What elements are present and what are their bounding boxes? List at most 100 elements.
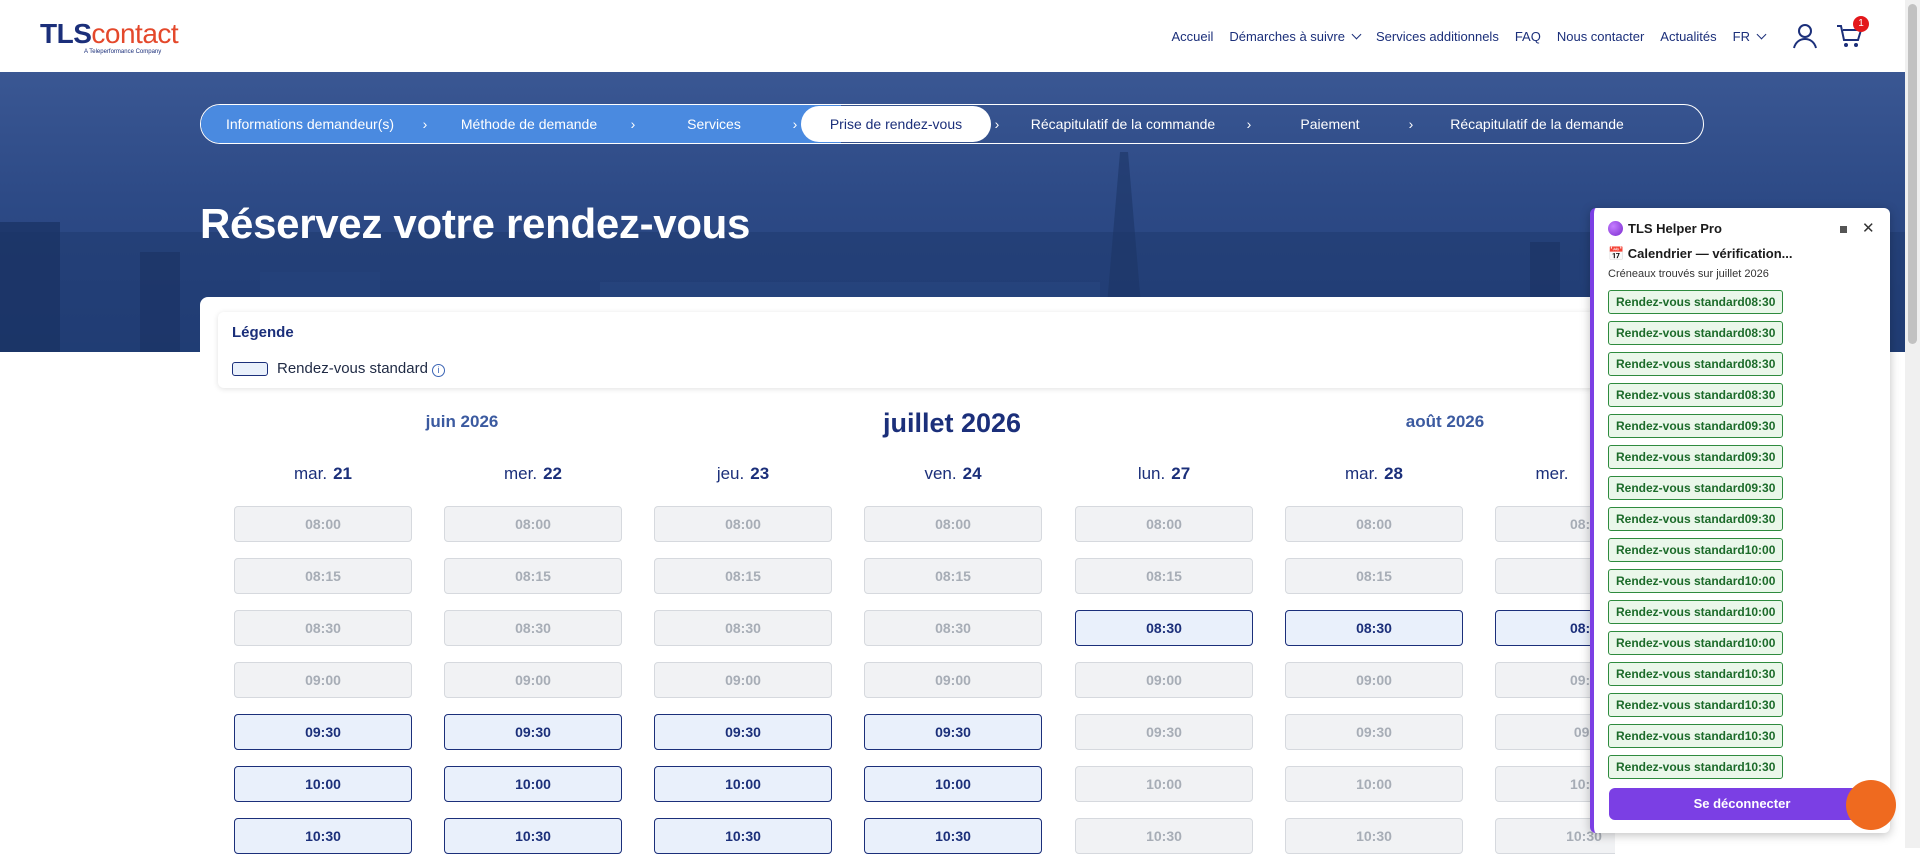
- found-slot-chip[interactable]: Rendez-vous standard08:30: [1608, 352, 1784, 376]
- standard-appointment-swatch: [232, 362, 268, 376]
- found-slot-chip[interactable]: Rendez-vous standard08:30: [1608, 321, 1784, 345]
- main-nav: Accueil Démarches à suivre Services addi…: [1171, 0, 1869, 72]
- tls-helper-panel: TLS Helper Pro ✕ 📅 Calendrier — vérifica…: [1590, 208, 1890, 833]
- found-slot-chip[interactable]: Rendez-vous standard09:30: [1608, 507, 1784, 531]
- time-slot-available[interactable]: 09:30: [444, 714, 622, 750]
- day-header: ven. 24: [864, 464, 1042, 490]
- time-slot-unavailable: 08:15: [654, 558, 832, 594]
- time-slot-unavailable: 09:00: [1285, 662, 1463, 698]
- nav-faq[interactable]: FAQ: [1515, 29, 1541, 44]
- scrollbar-thumb[interactable]: [1908, 4, 1917, 344]
- helper-title: TLS Helper Pro: [1628, 221, 1722, 236]
- logout-button[interactable]: Se déconnecter: [1609, 788, 1875, 820]
- minimize-icon[interactable]: [1840, 226, 1847, 233]
- day-column: mer. 22 08:00 08:15 08:30 09:00 09:30 10:00 10:3…: [444, 464, 622, 854]
- step-methode-de-demande[interactable]: Méthode de demande: [431, 105, 627, 143]
- time-slot-available[interactable]: 09:30: [864, 714, 1042, 750]
- time-slot-available[interactable]: 09:30: [654, 714, 832, 750]
- nav-demarches-label: Démarches à suivre: [1229, 28, 1345, 44]
- time-slot-unavailable: 08:00: [234, 506, 412, 542]
- user-account-icon[interactable]: [1791, 22, 1819, 50]
- language-label: FR: [1732, 28, 1750, 44]
- time-slot-unavailable: 08:30: [444, 610, 622, 646]
- found-slot-chip[interactable]: Rendez-vous standard08:30: [1608, 383, 1784, 407]
- found-slot-chip[interactable]: Rendez-vous standard08:30: [1608, 290, 1784, 314]
- time-slot-available[interactable]: 10:00: [654, 766, 832, 802]
- month-prev[interactable]: juin 2026: [362, 412, 562, 432]
- time-slot-unavailable: 09:00: [1075, 662, 1253, 698]
- step-recapitulatif-demande[interactable]: Récapitulatif de la demande: [1417, 105, 1657, 143]
- nav-demarches[interactable]: Démarches à suivre: [1229, 28, 1362, 44]
- nav-accueil[interactable]: Accueil: [1171, 29, 1213, 44]
- day-header: jeu. 23: [654, 464, 832, 490]
- time-slot-available[interactable]: 10:00: [234, 766, 412, 802]
- time-slot-unavailable: 08:15: [444, 558, 622, 594]
- found-slot-chip[interactable]: Rendez-vous standard10:00: [1608, 538, 1784, 562]
- tlscontact-logo[interactable]: TLScontact A Teleperformance Company: [40, 18, 179, 56]
- page-scrollbar[interactable]: [1905, 0, 1920, 848]
- day-name: mar.: [294, 464, 328, 483]
- time-slot-unavailable: 08:30: [234, 610, 412, 646]
- found-slot-chip[interactable]: Rendez-vous standard10:30: [1608, 724, 1784, 748]
- day-header: lun. 27: [1075, 464, 1253, 490]
- language-selector[interactable]: FR: [1732, 28, 1767, 44]
- time-slot-unavailable: 09:30: [1075, 714, 1253, 750]
- step-separator: ›: [1408, 116, 1414, 132]
- step-services[interactable]: Services: [639, 105, 789, 143]
- time-slot-unavailable: 10:30: [1285, 818, 1463, 854]
- day-name: mer.: [1535, 464, 1569, 483]
- time-slot-available[interactable]: 09:30: [234, 714, 412, 750]
- time-slot-unavailable: 08:30: [654, 610, 832, 646]
- found-slot-chip[interactable]: Rendez-vous standard09:30: [1608, 476, 1784, 500]
- time-slot-available[interactable]: 10:00: [444, 766, 622, 802]
- time-slot-unavailable: 08:00: [1285, 506, 1463, 542]
- found-slot-chip[interactable]: Rendez-vous standard10:00: [1608, 631, 1784, 655]
- day-header: mar. 21: [234, 464, 412, 490]
- day-name: mer.: [504, 464, 538, 483]
- time-slot-unavailable: 08:00: [1075, 506, 1253, 542]
- day-column: mar. 21 08:00 08:15 08:30 09:00 09:30 10:00 10:3…: [234, 464, 412, 854]
- found-slot-chip[interactable]: Rendez-vous standard10:30: [1608, 662, 1784, 686]
- time-slot-unavailable: 09:00: [654, 662, 832, 698]
- helper-header: TLS Helper Pro: [1608, 221, 1722, 236]
- time-slot-unavailable: 08:00: [654, 506, 832, 542]
- time-slot-available[interactable]: 10:30: [864, 818, 1042, 854]
- time-slot-unavailable: 08:15: [864, 558, 1042, 594]
- found-slot-chip[interactable]: Rendez-vous standard09:30: [1608, 414, 1784, 438]
- step-separator: ›: [630, 116, 636, 132]
- found-slot-chip[interactable]: Rendez-vous standard09:30: [1608, 445, 1784, 469]
- day-column: mar. 28 08:00 08:15 08:30 09:00 09:30 10:00 10:3…: [1285, 464, 1463, 854]
- day-name: lun.: [1137, 464, 1166, 483]
- time-slot-available[interactable]: 10:30: [234, 818, 412, 854]
- found-slot-chip[interactable]: Rendez-vous standard10:30: [1608, 693, 1784, 717]
- time-slot-unavailable: 10:00: [1075, 766, 1253, 802]
- cart-icon[interactable]: 1: [1835, 16, 1869, 50]
- step-paiement[interactable]: Paiement: [1255, 105, 1405, 143]
- day-column: ven. 24 08:00 08:15 08:30 09:00 09:30 10:00 10:3…: [864, 464, 1042, 854]
- step-informations-demandeurs[interactable]: Informations demandeur(s): [201, 105, 419, 143]
- day-name: mar.: [1345, 464, 1379, 483]
- time-slot-available[interactable]: 10:00: [864, 766, 1042, 802]
- chat-bubble-button[interactable]: [1846, 780, 1896, 830]
- found-slot-chip[interactable]: Rendez-vous standard10:30: [1608, 755, 1784, 779]
- time-slot-available[interactable]: 08:30: [1285, 610, 1463, 646]
- info-icon[interactable]: i: [432, 364, 445, 377]
- time-slot-available[interactable]: 10:30: [654, 818, 832, 854]
- legend-title: Légende: [232, 324, 294, 341]
- nav-nous-contacter[interactable]: Nous contacter: [1557, 29, 1644, 44]
- helper-found-text: Créneaux trouvés sur juillet 2026: [1608, 268, 1769, 280]
- time-slot-available[interactable]: 10:30: [444, 818, 622, 854]
- step-recapitulatif-commande[interactable]: Récapitulatif de la commande: [1003, 105, 1243, 143]
- found-slot-chip[interactable]: Rendez-vous standard10:00: [1608, 569, 1784, 593]
- month-next[interactable]: août 2026: [1345, 412, 1545, 432]
- logo-sub-text: contact: [91, 18, 179, 49]
- time-slot-available[interactable]: 08:30: [1075, 610, 1253, 646]
- day-number: 27: [1171, 464, 1191, 483]
- found-slot-chip[interactable]: Rendez-vous standard10:00: [1608, 600, 1784, 624]
- step-prise-de-rendez-vous[interactable]: Prise de rendez-vous: [801, 106, 991, 142]
- nav-actualites[interactable]: Actualités: [1660, 29, 1716, 44]
- day-number: 21: [333, 464, 352, 483]
- logo-tagline: A Teleperformance Company: [84, 49, 162, 55]
- close-icon[interactable]: ✕: [1862, 219, 1875, 237]
- nav-services-additionnels[interactable]: Services additionnels: [1376, 29, 1499, 44]
